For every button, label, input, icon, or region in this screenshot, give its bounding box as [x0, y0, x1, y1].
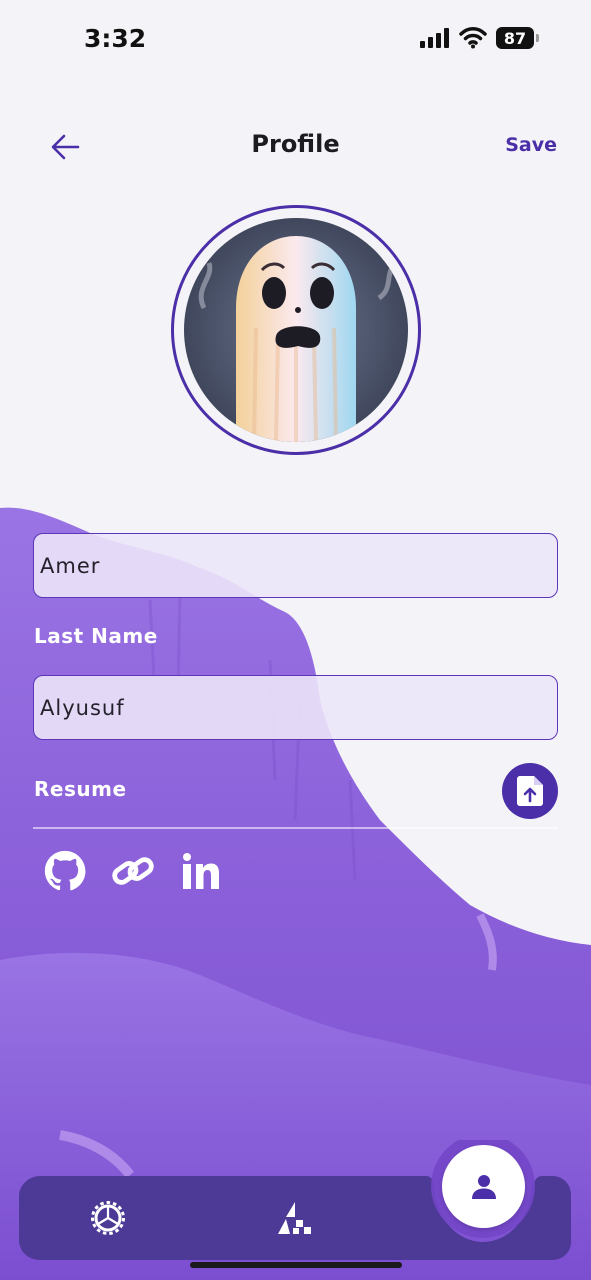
ghost-avatar-image — [184, 218, 408, 442]
projects-icon — [278, 1202, 311, 1234]
github-icon — [44, 850, 86, 891]
back-button[interactable] — [46, 130, 86, 164]
battery-level: 87 — [496, 27, 534, 49]
last-name-field[interactable] — [33, 675, 558, 740]
linkedin-icon — [183, 853, 219, 889]
battery-tip — [536, 34, 539, 42]
github-link[interactable] — [42, 848, 88, 894]
social-links — [42, 848, 224, 894]
file-upload-icon — [517, 776, 543, 806]
last-name-label: Last Name — [34, 624, 158, 648]
bottom-navigation — [0, 1140, 591, 1280]
wifi-icon — [459, 27, 487, 49]
nav-settings-tab[interactable] — [88, 1198, 128, 1238]
linkedin-link[interactable] — [178, 848, 224, 894]
profile-icon — [471, 1174, 496, 1199]
nav-projects-tab[interactable] — [274, 1200, 316, 1236]
avatar[interactable] — [184, 218, 408, 442]
resume-upload-button[interactable] — [502, 763, 558, 819]
avatar-frame[interactable] — [171, 205, 421, 455]
nav-profile-tab[interactable] — [442, 1145, 525, 1228]
resume-label: Resume — [34, 777, 127, 801]
status-time: 3:32 — [84, 24, 147, 53]
status-icons: 87 — [420, 27, 539, 49]
section-divider — [33, 827, 558, 829]
link-icon — [112, 857, 154, 885]
back-arrow-icon — [51, 134, 80, 160]
settings-icon — [91, 1201, 125, 1235]
website-link[interactable] — [110, 848, 156, 894]
top-bar: Profile Save — [0, 118, 591, 176]
home-indicator — [190, 1262, 402, 1268]
first-name-field[interactable] — [33, 533, 558, 598]
status-bar: 3:32 87 — [0, 0, 591, 80]
signal-icon — [420, 28, 449, 48]
battery-indicator: 87 — [496, 27, 539, 49]
save-button[interactable]: Save — [505, 134, 557, 156]
page-title: Profile — [251, 130, 340, 158]
